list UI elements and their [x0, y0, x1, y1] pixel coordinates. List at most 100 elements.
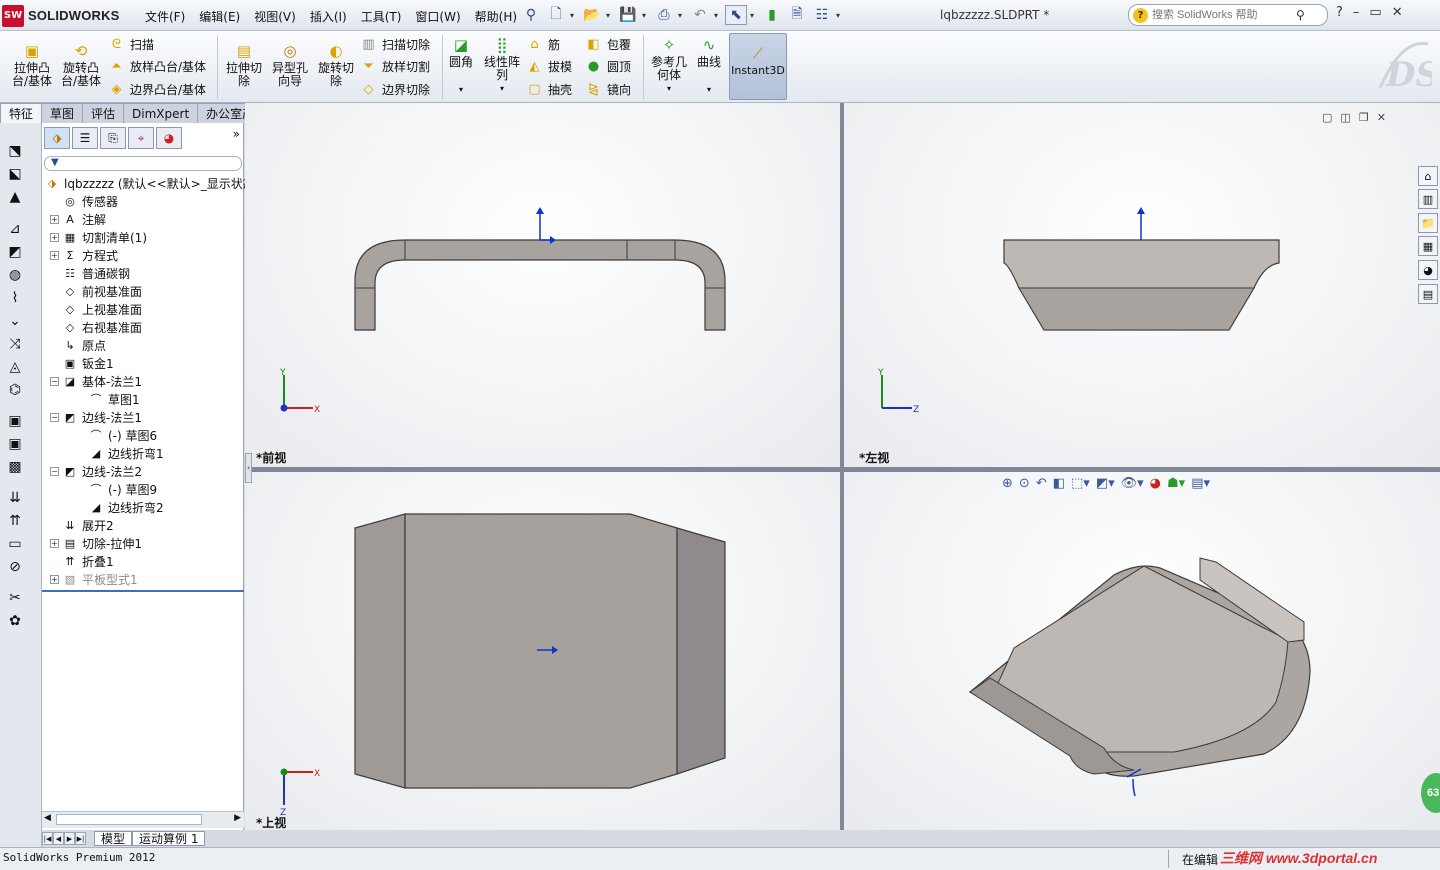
lofted-bend-icon[interactable]: ▲ [5, 187, 25, 207]
extrude-boss-button[interactable]: ▣ 拉伸凸 台/基体 [9, 41, 55, 88]
select-arrow-icon[interactable]: ⬉ [725, 5, 747, 25]
tree-root[interactable]: ⬗ lqbzzzzz (默认<<默认>_显示状态 [44, 174, 255, 192]
magnifier-icon[interactable]: ⚲ [1296, 8, 1305, 22]
edge-flange-tool-icon[interactable]: ⊿ [5, 219, 25, 239]
close-view-icon[interactable]: ✕ [1377, 111, 1386, 124]
file-explorer-icon[interactable]: 📁 [1418, 213, 1438, 233]
tree-item[interactable]: ↳ 原点 [50, 336, 106, 354]
next-tab-icon[interactable]: ▶ [64, 832, 75, 845]
property-manager-tab-icon[interactable]: ☰ [72, 127, 98, 149]
apply-scene-icon[interactable]: ☗▾ [1167, 476, 1185, 491]
expand-toggle-icon[interactable]: + [50, 538, 59, 548]
feature-tree-tab-icon[interactable]: ⬗ [44, 127, 70, 149]
options-icon[interactable]: ☷ [811, 5, 833, 25]
expand-toggle-icon[interactable]: − [50, 412, 59, 422]
fillet-button[interactable]: ◪ 圆角 ▾ [446, 35, 476, 96]
tree-item[interactable]: ◇ 上视基准面 [50, 300, 142, 318]
view-settings-icon[interactable]: ▤▾ [1191, 476, 1210, 491]
flatten-icon[interactable]: ▭ [5, 534, 25, 554]
tree-item[interactable]: ◢ 边线折弯2 [76, 498, 164, 516]
edit-appearance-icon[interactable]: ◕ [1150, 476, 1161, 491]
scroll-left-icon[interactable]: ◀ [44, 813, 51, 823]
section-view-icon[interactable]: ◧ [1053, 476, 1065, 491]
hem-icon[interactable]: ◍ [5, 265, 25, 285]
miter-flange-icon[interactable]: ◩ [5, 242, 25, 262]
display-style-icon[interactable]: ◩▾ [1096, 476, 1115, 491]
sweep-button[interactable]: ᘓ 扫描 [108, 34, 154, 54]
fillet-dropdown-icon[interactable]: ▾ [459, 83, 463, 96]
tab-1[interactable]: 草图 [41, 103, 84, 123]
extrude-cut-button[interactable]: ▤ 拉伸切 除 [222, 41, 266, 88]
unfold-tool-icon[interactable]: ⇊ [5, 488, 25, 508]
jog-icon[interactable]: ⌇ [5, 288, 25, 308]
zoom-to-fit-icon[interactable]: ⊕ [1002, 476, 1013, 491]
display-manager-tab-icon[interactable]: ◕ [156, 127, 182, 149]
curves-button[interactable]: ∿ 曲线 ▾ [694, 35, 724, 96]
tree-filter[interactable]: ▼ [44, 156, 242, 171]
save-icon[interactable]: 💾 [617, 5, 639, 25]
two-view-icon[interactable]: ◫ [1340, 111, 1350, 124]
tree-item[interactable]: ⌒ 草图1 [76, 390, 140, 408]
scroll-right-icon[interactable]: ▶ [234, 813, 241, 823]
mirror-button[interactable]: ⧎ 镜向 [585, 79, 631, 99]
loft-boss-button[interactable]: ⏶ 放样凸台/基体 [108, 56, 206, 76]
new-dropdown-icon[interactable]: ▾ [570, 11, 578, 20]
tree-item[interactable]: ◎ 传感器 [50, 192, 118, 210]
boundary-boss-button[interactable]: ◈ 边界凸台/基体 [108, 79, 207, 99]
single-view-icon[interactable]: ▢ [1322, 111, 1332, 124]
tab-3[interactable]: DimXpert [123, 103, 199, 123]
scroll-thumb[interactable] [56, 814, 202, 825]
app-logo[interactable]: SW SOLIDWORKS [2, 3, 122, 28]
custom-properties-icon[interactable]: ▤ [1418, 284, 1438, 304]
restore-button[interactable]: ▭ [1369, 5, 1381, 20]
tree-item[interactable]: + Σ 方程式 [50, 246, 118, 264]
tree-item[interactable]: ☷ 普通碳钢 [50, 264, 130, 282]
sketched-bend-icon[interactable]: ⌄ [5, 311, 25, 331]
revolve-boss-button[interactable]: ⟲ 旋转凸 台/基体 [58, 41, 104, 88]
view-orientation-icon[interactable]: ⬚▾ [1071, 476, 1090, 491]
tree-item[interactable]: ⌒ (-) 草图6 [76, 426, 158, 444]
expand-toggle-icon[interactable]: − [50, 376, 59, 386]
dome-button[interactable]: ● 圆顶 [585, 56, 631, 76]
viewport-left[interactable]: Y Z *左视 [844, 103, 1440, 467]
menu-item-5[interactable]: 窗口(W) [408, 4, 467, 26]
tree-item[interactable]: + ▤ 切除-拉伸1 [50, 534, 142, 552]
tree-item[interactable]: ⇊ 展开2 [50, 516, 113, 534]
viewport-top[interactable]: X Z *上视 [245, 472, 840, 830]
expand-toggle-icon[interactable]: − [50, 466, 59, 476]
solidworks-resources-icon[interactable]: ⌂ [1418, 166, 1438, 186]
options-dropdown-icon[interactable]: ▾ [836, 11, 844, 20]
viewport-isometric[interactable]: Z X Y [844, 472, 1440, 830]
tree-item[interactable]: ◇ 右视基准面 [50, 318, 142, 336]
lofted-cut-button[interactable]: ⏷ 放样切割 [360, 56, 430, 76]
open-folder-icon[interactable]: 📂 [581, 5, 603, 25]
tree-item[interactable]: ▣ 钣金1 [50, 354, 114, 372]
close-button[interactable]: ✕ [1392, 5, 1403, 20]
linear-pattern-button[interactable]: ⣿ 线性阵 列 ▾ [480, 35, 524, 95]
restore-view-icon[interactable]: ❐ [1359, 111, 1369, 124]
tab-motion-study[interactable]: 运动算例 1 [132, 831, 206, 846]
graphics-area[interactable]: Y X *前视 Y Z *左视 X Z *上视 ‹ [245, 103, 1440, 830]
hide-show-items-icon[interactable]: 👁▾ [1121, 476, 1144, 491]
simple-hole-icon[interactable]: ▣ [5, 434, 25, 454]
select-dropdown-icon[interactable]: ▾ [750, 11, 758, 20]
tree-item[interactable]: ◇ 前视基准面 [50, 282, 142, 300]
tree-item[interactable]: ⇈ 折叠1 [50, 552, 113, 570]
new-document-icon[interactable]: 🗋 [545, 5, 567, 25]
instant3d-button[interactable]: ⟋ Instant3D [729, 33, 787, 100]
ref-geometry-button[interactable]: ✧ 参考几 何体 ▾ [647, 35, 691, 95]
extruded-cut-tool-icon[interactable]: ▣ [5, 411, 25, 431]
menu-item-2[interactable]: 视图(V) [247, 4, 303, 26]
undo-dropdown-icon[interactable]: ▾ [714, 11, 722, 20]
help-button[interactable]: ? [1336, 5, 1343, 20]
tree-item[interactable]: − ◩ 边线-法兰2 [50, 462, 142, 480]
convert-to-sheetmetal-icon[interactable]: ⬕ [5, 164, 25, 184]
shell-button[interactable]: ▢ 抽壳 [526, 79, 572, 99]
rollback-bar[interactable] [42, 590, 244, 592]
boundary-cut-button[interactable]: ◇ 边界切除 [360, 79, 431, 99]
menu-item-1[interactable]: 编辑(E) [192, 4, 247, 26]
open-dropdown-icon[interactable]: ▾ [606, 11, 614, 20]
expand-panel-icon[interactable]: » [233, 127, 240, 153]
save-dropdown-icon[interactable]: ▾ [642, 11, 650, 20]
minimize-button[interactable]: – [1353, 5, 1360, 20]
